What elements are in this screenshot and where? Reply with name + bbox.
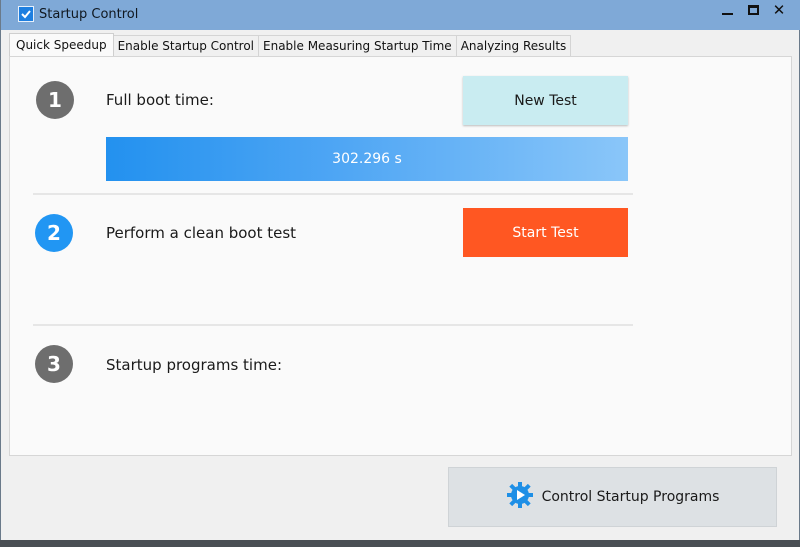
window-controls: ✕: [717, 1, 789, 19]
divider-1: [33, 193, 633, 195]
quick-speedup-panel: 1 Full boot time: New Test 302.296 s 2 P…: [9, 56, 792, 456]
step-1-badge: 1: [36, 81, 74, 119]
minimize-icon: [721, 13, 733, 15]
tab-quick-speedup[interactable]: Quick Speedup: [9, 33, 114, 56]
tab-bar: Quick Speedup Enable Startup Control Ena…: [9, 33, 572, 56]
new-test-button[interactable]: New Test: [463, 76, 628, 125]
start-test-button[interactable]: Start Test: [463, 208, 628, 257]
clean-boot-test-label: Perform a clean boot test: [106, 224, 297, 242]
control-startup-programs-label: Control Startup Programs: [541, 489, 720, 505]
app-checkmark-icon: [18, 6, 34, 22]
window-title: Startup Control: [39, 7, 139, 22]
control-startup-programs-button[interactable]: Control Startup Programs: [448, 467, 777, 527]
full-boot-time-label: Full boot time:: [106, 91, 214, 109]
step-3-badge: 3: [35, 345, 73, 383]
tab-analyzing-results[interactable]: Analyzing Results: [455, 35, 572, 56]
close-icon: ✕: [772, 0, 786, 19]
tab-enable-measuring-startup-time[interactable]: Enable Measuring Startup Time: [258, 35, 457, 56]
maximize-button[interactable]: [743, 1, 763, 19]
title-bar[interactable]: Startup Control ✕: [1, 0, 800, 30]
maximize-icon: [747, 5, 759, 15]
boot-time-progress-bar: 302.296 s: [106, 137, 628, 181]
app-window: Startup Control ✕ Quick Speedup Enable S…: [0, 0, 800, 540]
minimize-button[interactable]: [717, 1, 737, 19]
tab-enable-startup-control[interactable]: Enable Startup Control: [112, 35, 260, 56]
step-2-badge: 2: [35, 214, 73, 252]
close-button[interactable]: ✕: [769, 1, 789, 19]
play-gear-icon: [506, 481, 534, 513]
boot-time-value: 302.296 s: [332, 151, 402, 167]
startup-programs-time-label: Startup programs time:: [106, 356, 282, 374]
divider-2: [33, 324, 633, 326]
